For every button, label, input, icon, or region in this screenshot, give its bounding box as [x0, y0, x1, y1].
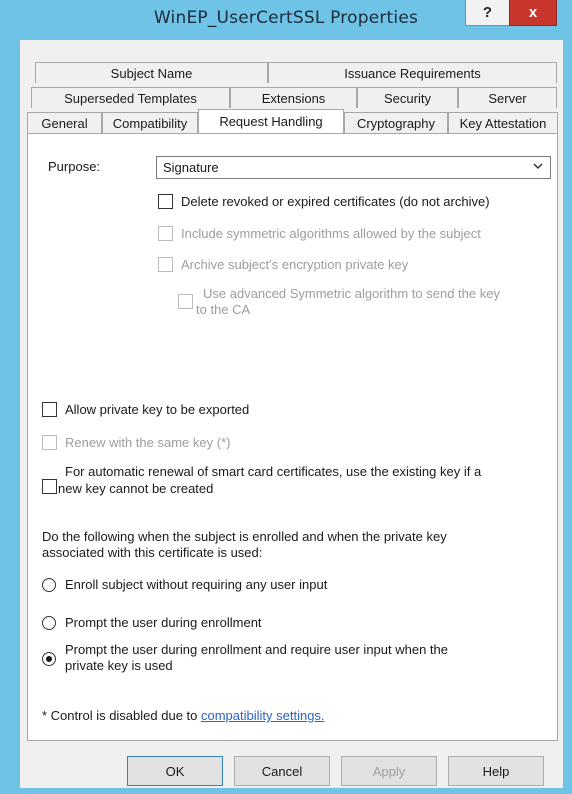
- tab-compatibility[interactable]: Compatibility: [102, 112, 198, 133]
- purpose-label: Purpose:: [48, 159, 101, 174]
- help-icon[interactable]: ?: [465, 0, 510, 26]
- prompt-and-require-input-label-line1: Prompt the user during enrollment and re…: [65, 642, 448, 657]
- compatibility-settings-link[interactable]: compatibility settings.: [201, 708, 325, 723]
- purpose-dropdown[interactable]: Signature: [156, 156, 551, 179]
- prompt-and-require-input-label-line2: private key is used: [65, 658, 173, 673]
- purpose-value: Signature: [163, 160, 219, 175]
- tab-server[interactable]: Server: [458, 87, 557, 108]
- renew-same-key-checkbox[interactable]: [42, 435, 57, 450]
- tab-subject-name[interactable]: Subject Name: [35, 62, 268, 83]
- tab-superseded-templates[interactable]: Superseded Templates: [31, 87, 230, 108]
- tab-issuance-requirements[interactable]: Issuance Requirements: [268, 62, 557, 83]
- allow-export-checkbox[interactable]: [42, 402, 57, 417]
- enroll-description-line1: Do the following when the subject is enr…: [42, 529, 447, 544]
- enroll-without-input-label: Enroll subject without requiring any use…: [65, 577, 328, 592]
- delete-revoked-label: Delete revoked or expired certificates (…: [181, 194, 490, 209]
- prompt-during-enrollment-label: Prompt the user during enrollment: [65, 615, 262, 630]
- tab-cryptography[interactable]: Cryptography: [344, 112, 448, 133]
- tab-general[interactable]: General: [27, 112, 102, 133]
- enroll-without-input-radio[interactable]: [42, 578, 56, 592]
- close-icon[interactable]: x: [509, 0, 557, 26]
- allow-export-label: Allow private key to be exported: [65, 402, 250, 417]
- radio-selected-dot: [46, 656, 52, 662]
- include-symmetric-checkbox[interactable]: [158, 226, 173, 241]
- title-bar[interactable]: WinEP_UserCertSSL Properties ? x: [0, 0, 572, 40]
- footnote: * Control is disabled due to compatibili…: [42, 708, 325, 723]
- delete-revoked-checkbox[interactable]: [158, 194, 173, 209]
- properties-window: WinEP_UserCertSSL Properties ? x Subject…: [0, 0, 572, 794]
- help-button[interactable]: Help: [448, 756, 544, 786]
- tab-security[interactable]: Security: [357, 87, 458, 108]
- cancel-button[interactable]: Cancel: [234, 756, 330, 786]
- ok-button[interactable]: OK: [127, 756, 223, 786]
- apply-button[interactable]: Apply: [341, 756, 437, 786]
- advanced-symmetric-label-line2: to the CA: [196, 302, 251, 317]
- archive-key-checkbox[interactable]: [158, 257, 173, 272]
- smart-card-renewal-label-line1: For automatic renewal of smart card cert…: [65, 464, 482, 479]
- tab-extensions[interactable]: Extensions: [230, 87, 357, 108]
- renew-same-key-label: Renew with the same key (*): [65, 435, 231, 450]
- request-handling-panel: Purpose: Signature Delete revoked or exp…: [27, 133, 558, 741]
- chevron-down-icon: [533, 163, 543, 170]
- archive-key-label: Archive subject's encryption private key: [181, 257, 409, 272]
- footnote-text: * Control is disabled due to: [42, 708, 201, 723]
- enroll-description-line2: associated with this certificate is used…: [42, 545, 263, 560]
- advanced-symmetric-checkbox[interactable]: [178, 294, 193, 309]
- tab-request-handling[interactable]: Request Handling: [198, 109, 344, 133]
- tab-key-attestation[interactable]: Key Attestation: [448, 112, 558, 133]
- advanced-symmetric-label-line1: Use advanced Symmetric algorithm to send…: [203, 286, 500, 301]
- smart-card-renewal-checkbox[interactable]: [42, 479, 57, 494]
- include-symmetric-label: Include symmetric algorithms allowed by …: [181, 226, 481, 241]
- prompt-during-enrollment-radio[interactable]: [42, 616, 56, 630]
- dialog-client-area: Subject Name Issuance Requirements Super…: [20, 40, 563, 788]
- prompt-and-require-input-radio[interactable]: [42, 652, 56, 666]
- smart-card-renewal-label-line2: new key cannot be created: [58, 481, 214, 496]
